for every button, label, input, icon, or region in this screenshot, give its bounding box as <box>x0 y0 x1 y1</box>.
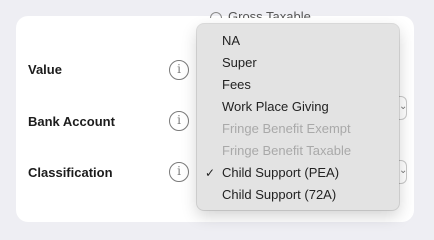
info-icon[interactable]: i <box>169 162 189 182</box>
info-icon[interactable]: i <box>169 60 189 80</box>
chevron-down-icon: ⌄ <box>399 165 408 176</box>
menu-item-child-support-72a[interactable]: Child Support (72A) <box>197 184 399 206</box>
menu-item-fringe-benefit-exempt: Fringe Benefit Exempt <box>222 121 351 136</box>
classification-dropdown-menu: NA Super Fees Work Place Giving Fringe B… <box>197 24 399 210</box>
menu-item-work-place-giving[interactable]: Work Place Giving <box>197 96 399 118</box>
classification-label: Classification <box>28 165 113 180</box>
menu-item-na[interactable]: NA <box>197 30 399 52</box>
bank-account-label: Bank Account <box>28 114 115 129</box>
info-icon[interactable]: i <box>169 111 189 131</box>
chevron-down-icon: ⌄ <box>399 101 408 112</box>
menu-item-child-support-pea[interactable]: ✓ Child Support (PEA) <box>197 162 399 184</box>
menu-item-super[interactable]: Super <box>197 52 399 74</box>
radio-button[interactable] <box>210 12 222 18</box>
menu-item-fringe-benefit-taxable: Fringe Benefit Taxable <box>222 143 352 158</box>
radio-label: Gross Taxable <box>228 9 311 18</box>
radio-option-gross-taxable[interactable]: Gross Taxable <box>210 2 311 18</box>
value-label: Value <box>28 62 62 77</box>
menu-item-fees[interactable]: Fees <box>197 74 399 96</box>
checkmark-icon: ✓ <box>205 166 216 180</box>
